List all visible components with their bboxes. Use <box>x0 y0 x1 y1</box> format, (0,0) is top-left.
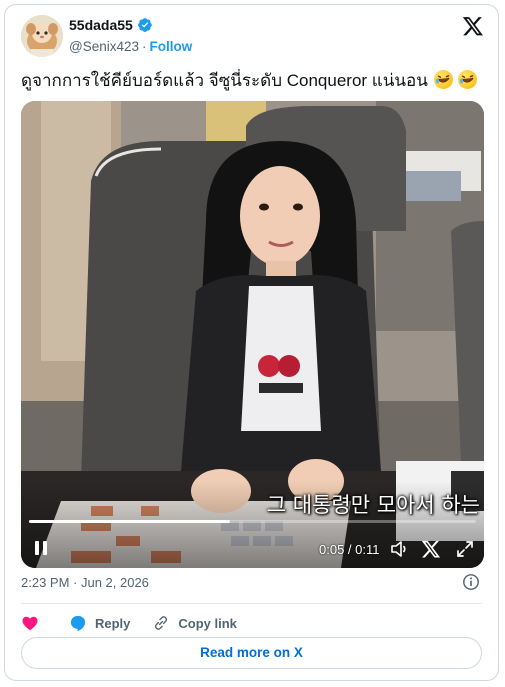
separator-dot: · <box>142 39 147 54</box>
tweet-timestamp[interactable]: 2:23 PM · Jun 2, 2026 <box>21 575 149 590</box>
x-logo-icon[interactable] <box>462 15 484 37</box>
video-progress-fill <box>29 520 231 523</box>
avatar[interactable] <box>21 15 63 57</box>
tweet-body: ดูจากการใช้คีย์บอร์ดแล้ว จีซูนี่ระดับ Co… <box>21 71 428 90</box>
verified-badge-icon <box>137 18 152 32</box>
fullscreen-icon[interactable] <box>455 539 475 559</box>
action-bar: Reply Copy link <box>21 612 259 634</box>
x-logo-overlay-icon[interactable] <box>421 539 441 559</box>
reply-bubble-icon <box>70 615 86 632</box>
tweet-text: ดูจากการใช้คีย์บอร์ดแล้ว จีซูนี่ระดับ Co… <box>21 69 484 93</box>
author-display-name[interactable]: 55dada55 <box>69 17 133 33</box>
info-icon[interactable] <box>462 573 480 591</box>
like-button[interactable] <box>21 612 47 634</box>
rolling-laughing-emoji-icon <box>433 70 453 89</box>
link-icon <box>155 616 168 630</box>
follow-button[interactable]: Follow <box>150 39 193 54</box>
reply-button[interactable]: Reply <box>69 612 130 634</box>
read-more-button[interactable]: Read more on X <box>21 637 482 669</box>
pause-icon[interactable] <box>35 539 49 559</box>
copy-link-button[interactable]: Copy link <box>152 612 237 634</box>
video-subtitle: 그 대통령만 모아서 하는 <box>266 493 480 517</box>
video-time: 0:05 / 0:11 <box>319 542 380 557</box>
rolling-laughing-emoji-icon <box>458 70 478 89</box>
author-handle-row: @Senix423 · Follow <box>69 39 192 54</box>
author-name-row: 55dada55 <box>69 17 153 33</box>
heart-icon <box>22 616 38 631</box>
copy-link-label: Copy link <box>178 615 237 631</box>
author-handle[interactable]: @Senix423 <box>69 39 139 54</box>
video-progress-bar[interactable] <box>29 520 476 523</box>
tweet-card: 55dada55 @Senix423 · Follow ดูจากการใช้ค… <box>4 4 499 681</box>
reply-label: Reply <box>95 615 131 631</box>
volume-icon[interactable] <box>389 539 409 559</box>
avatar-image <box>21 15 63 57</box>
video-player[interactable]: 그 대통령만 모아서 하는 0:05 / 0:11 <box>21 101 484 568</box>
divider <box>21 603 482 604</box>
